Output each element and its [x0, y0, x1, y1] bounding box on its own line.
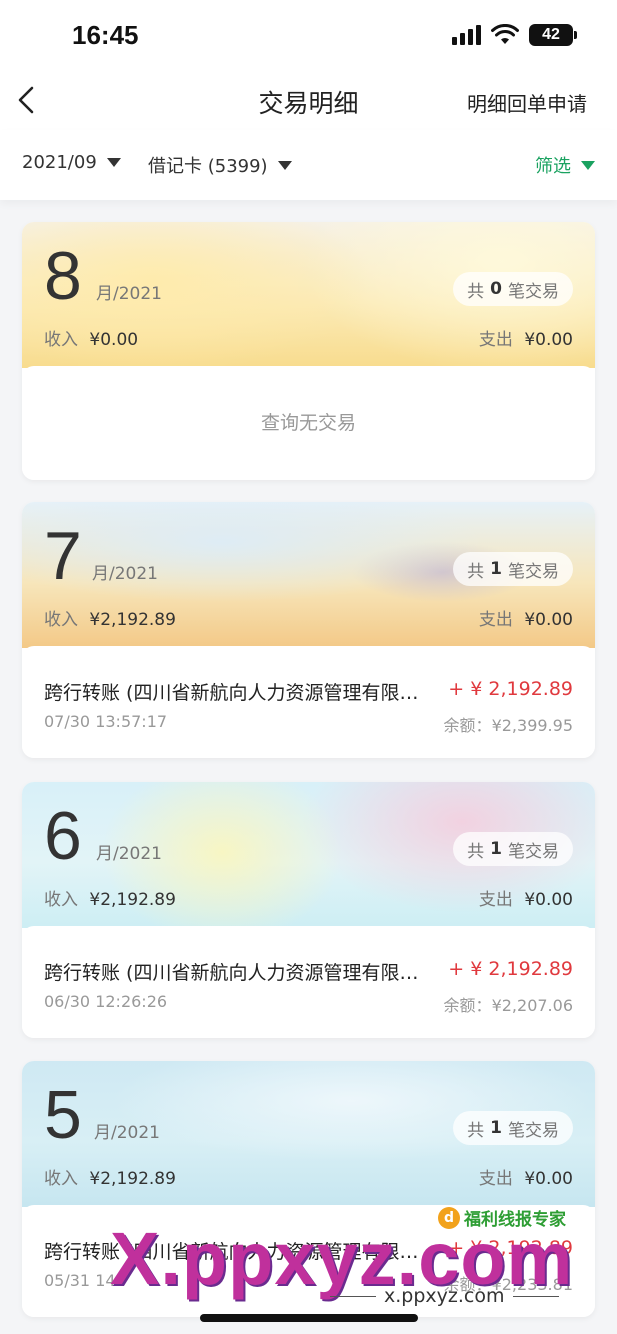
divider [330, 1295, 376, 1297]
watermark-url-text: x.ppxyz.com [384, 1285, 505, 1307]
expense-summary: 支出 ¥0.00 [479, 605, 573, 630]
month-card-header: 5 月/2021 共 1 笔交易 收入 ¥2,192.89 支出 ¥0.00 [22, 1061, 595, 1207]
expense-label: 支出 [478, 890, 513, 910]
transaction-row[interactable]: 跨行转账 (四川省新航向人力资源管理有限公司) + ¥ 2,192.89 06/… [22, 926, 595, 1038]
divider [512, 1295, 559, 1297]
status-time: 16:45 [72, 20, 139, 50]
date-filter-dropdown[interactable]: 2021/09 [22, 152, 121, 173]
income-label: 收入 [44, 1169, 78, 1189]
count-suffix: 笔交易 [508, 561, 559, 582]
screen-filter-label: 筛选 [535, 156, 571, 177]
transaction-title: 跨行转账 (四川省新航向人力资源管理有限公司) [44, 962, 429, 984]
income-label: 收入 [44, 610, 78, 630]
expense-value: ¥0.00 [524, 330, 573, 350]
transaction-count-badge: 共 1 笔交易 [453, 832, 573, 866]
transaction-amount: + ¥ 2,192.89 [448, 958, 573, 980]
income-value: ¥2,192.89 [89, 1169, 176, 1189]
date-filter-label: 2021/09 [22, 152, 97, 173]
month-number: 5 [44, 1077, 82, 1153]
income-label: 收入 [44, 890, 78, 910]
expense-label: 支出 [478, 1169, 513, 1189]
transaction-amount: + ¥ 2,192.89 [448, 678, 573, 700]
expense-value: ¥0.00 [524, 890, 573, 910]
month-card-body: 查询无交易 [22, 366, 595, 480]
watermark-url: x.ppxyz.com [330, 1285, 559, 1307]
transaction-count-badge: 共 1 笔交易 [453, 1111, 573, 1145]
transaction-count-badge: 共 0 笔交易 [453, 272, 573, 306]
count-prefix: 共 [467, 1120, 485, 1141]
income-summary: 收入 ¥0.00 [44, 325, 138, 350]
transaction-balance: 余额：¥2,399.95 [444, 712, 573, 736]
dropdown-triangle-icon [106, 158, 121, 167]
status-icons: 42 [452, 24, 577, 46]
card-filter-dropdown[interactable]: 借记卡 (5399) [148, 152, 292, 178]
expense-summary: 支出 ¥0.00 [479, 325, 573, 350]
battery-level: 42 [542, 26, 560, 43]
transaction-title: 跨行转账 (四川省新航向人力资源管理有限公司) [44, 682, 429, 704]
income-value: ¥2,192.89 [89, 610, 176, 630]
transaction-time: 07/30 13:57:17 [44, 712, 168, 731]
nav-bar: 交易明细 明细回单申请 [0, 72, 617, 130]
transaction-count-badge: 共 1 笔交易 [453, 552, 573, 586]
empty-state-text: 查询无交易 [260, 412, 356, 434]
wifi-icon [491, 24, 519, 44]
count-suffix: 笔交易 [508, 281, 559, 302]
transaction-balance: 余额：¥2,207.06 [444, 992, 573, 1016]
expense-value: ¥0.00 [524, 610, 573, 630]
month-number: 8 [44, 238, 82, 314]
income-label: 收入 [44, 330, 78, 350]
count-prefix: 共 [467, 561, 485, 582]
expense-summary: 支出 ¥0.00 [479, 885, 573, 910]
month-card-body: 跨行转账 (四川省新航向人力资源管理有限公司) + ¥ 2,192.89 07/… [22, 646, 595, 758]
income-summary: 收入 ¥2,192.89 [44, 605, 176, 630]
count-value: 1 [490, 559, 502, 579]
expense-label: 支出 [478, 330, 513, 350]
month-card-body: 跨行转账 (四川省新航向人力资源管理有限公司) + ¥ 2,192.89 06/… [22, 926, 595, 1038]
count-suffix: 笔交易 [508, 1120, 559, 1141]
month-year: 月/2021 [92, 564, 158, 584]
income-value: ¥2,192.89 [89, 890, 176, 910]
signal-icon [452, 25, 481, 45]
count-suffix: 笔交易 [508, 841, 559, 862]
expense-value: ¥0.00 [524, 1169, 573, 1189]
balance-value: ¥2,207.06 [491, 996, 573, 1015]
count-value: 0 [490, 279, 502, 299]
month-card-header: 6 月/2021 共 1 笔交易 收入 ¥2,192.89 支出 ¥0.00 [22, 782, 595, 928]
card-filter-label: 借记卡 (5399) [148, 156, 268, 177]
month-card-header: 8 月/2021 共 0 笔交易 收入 ¥0.00 支出 ¥0.00 [22, 222, 595, 368]
transaction-row[interactable]: 跨行转账 (四川省新航向人力资源管理有限公司) + ¥ 2,192.89 07/… [22, 646, 595, 758]
month-card: 6 月/2021 共 1 笔交易 收入 ¥2,192.89 支出 ¥0.00 跨… [22, 782, 595, 1038]
battery-icon: 42 [529, 24, 577, 46]
count-prefix: 共 [467, 841, 485, 862]
receipt-request-link[interactable]: 明细回单申请 [467, 88, 587, 117]
income-value: ¥0.00 [89, 330, 139, 350]
dropdown-triangle-icon [581, 160, 595, 170]
screen-filter-button[interactable]: 筛选 [535, 152, 595, 178]
month-number: 7 [44, 518, 82, 594]
dropdown-triangle-icon [277, 160, 292, 170]
income-summary: 收入 ¥2,192.89 [44, 1164, 176, 1189]
expense-summary: 支出 ¥0.00 [479, 1164, 573, 1189]
month-year: 月/2021 [96, 844, 162, 864]
transaction-time: 06/30 12:26:26 [44, 992, 168, 1011]
balance-value: ¥2,399.95 [491, 716, 573, 735]
balance-label: 余额： [443, 996, 492, 1015]
count-value: 1 [490, 1118, 502, 1138]
income-summary: 收入 ¥2,192.89 [44, 885, 176, 910]
home-indicator[interactable] [200, 1314, 418, 1322]
back-chevron-icon[interactable] [10, 80, 46, 120]
balance-label: 余额： [443, 716, 492, 735]
filter-bar: 2021/09 借记卡 (5399) 筛选 [0, 130, 617, 200]
month-year: 月/2021 [94, 1123, 160, 1143]
count-prefix: 共 [467, 281, 485, 302]
month-card: 7 月/2021 共 1 笔交易 收入 ¥2,192.89 支出 ¥0.00 跨… [22, 502, 595, 758]
expense-label: 支出 [478, 610, 513, 630]
month-card-header: 7 月/2021 共 1 笔交易 收入 ¥2,192.89 支出 ¥0.00 [22, 502, 595, 648]
status-bar: 16:45 42 [0, 0, 617, 72]
count-value: 1 [490, 839, 502, 859]
month-card: 8 月/2021 共 0 笔交易 收入 ¥0.00 支出 ¥0.00 查询无交易 [22, 222, 595, 480]
month-number: 6 [44, 798, 82, 874]
month-year: 月/2021 [96, 284, 162, 304]
